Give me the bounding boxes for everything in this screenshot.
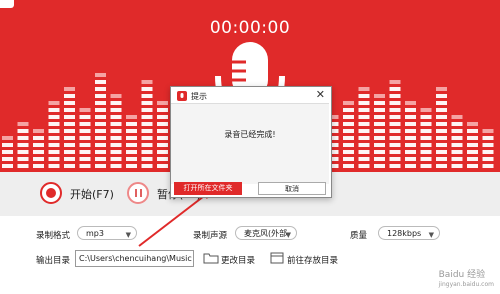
cancel-button[interactable]: 取消 (258, 182, 326, 195)
dialog-app-icon (177, 91, 187, 101)
dialog-title: 提示 (191, 92, 207, 101)
completion-dialog: 提示 ✕ 录音已经完成! 打开所在文件夹 取消 (170, 86, 332, 198)
watermark-line1: Baidu 经验 (438, 270, 486, 280)
close-icon[interactable]: ✕ (316, 88, 325, 101)
open-folder-button[interactable]: 打开所在文件夹 (174, 182, 242, 195)
watermark: Baidu 经验 jingyan.baidu.com (439, 270, 494, 290)
watermark-line2: jingyan.baidu.com (438, 281, 494, 288)
dialog-message: 录音已经完成! (224, 130, 276, 139)
dialog-body (171, 103, 329, 184)
